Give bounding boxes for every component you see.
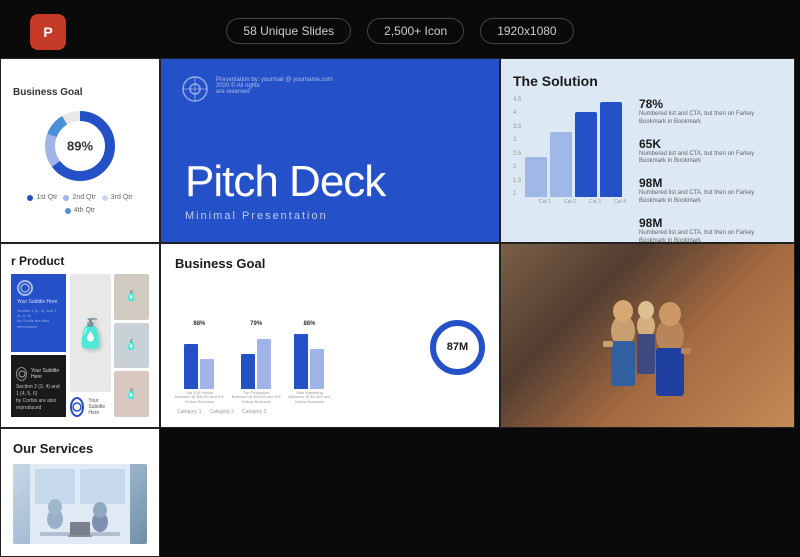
business-goal-circle: 87M bbox=[430, 320, 485, 375]
header: P 58 Unique Slides 2,500+ Icon 1920x1080 bbox=[0, 0, 800, 58]
stat-4: 98M Numbered list and CTA, but then on F… bbox=[639, 216, 769, 243]
slide2-icon bbox=[181, 75, 209, 103]
slide-our-product[interactable]: r Product Your Subtitle Here Section 1 (… bbox=[0, 243, 160, 428]
slide7-title: Our Services bbox=[13, 441, 147, 456]
legend: 1st Qtr 2nd Qtr 3rd Qtr 4th Qtr bbox=[13, 194, 147, 214]
pitch-subtitle: Minimal Presentation bbox=[185, 210, 475, 222]
product-dark-box: Your Subtitle Here Section 2 (3, 4) and … bbox=[11, 355, 66, 417]
pitch-title: Pitch Deck bbox=[185, 160, 475, 204]
slide-business-goal[interactable]: Business Goal 89% 1st Qtr 2nd Qtr 3rd Qt… bbox=[0, 58, 160, 243]
stat-1: 78% Numbered list and CTA, but then on F… bbox=[639, 97, 769, 127]
slides-grid: Business Goal 89% 1st Qtr 2nd Qtr 3rd Qt… bbox=[0, 58, 800, 557]
slide-solution[interactable]: The Solution 4.5 4 3.5 3 2.5 2 1.5 1 bbox=[500, 58, 795, 243]
slide-pitch-deck[interactable]: Presentation by: yourmail @ yourname.com… bbox=[160, 58, 500, 243]
stat-3: 98M Numbered list and CTA, but then on F… bbox=[639, 176, 769, 206]
badge-icons: 2,500+ Icon bbox=[367, 18, 464, 44]
slide3-title: The Solution bbox=[513, 73, 782, 89]
services-image bbox=[13, 464, 147, 544]
product-content: Your Subtitle Here Section 1 (2, 3), and… bbox=[11, 274, 149, 417]
slide-services[interactable]: Our Services bbox=[0, 428, 160, 557]
product-blue-box: Your Subtitle Here Section 1 (2, 3), and… bbox=[11, 274, 66, 352]
solution-content: 4.5 4 3.5 3 2.5 2 1.5 1 bbox=[513, 97, 782, 243]
slide5-title: Business Goal bbox=[175, 256, 485, 271]
product-right: 🧴 Your Subtitle Here 🧴 🧴 🧴 bbox=[70, 274, 149, 417]
slide1-title: Business Goal bbox=[13, 87, 82, 98]
legend-item-1: 1st Qtr bbox=[27, 194, 57, 201]
bg-content: 88% Top 100 HollowBetween @ $4,000 and 5… bbox=[175, 279, 485, 415]
badge-resolution: 1920x1080 bbox=[480, 18, 573, 44]
chart-bars bbox=[525, 97, 622, 197]
donut-label: 89% bbox=[67, 139, 93, 154]
slide2-email: Presentation by: yourmail @ yourname.com… bbox=[216, 77, 333, 95]
legend-item-3: 3rd Qtr bbox=[102, 194, 133, 201]
product-col2: 🧴 🧴 🧴 bbox=[114, 274, 149, 417]
slide-business-goal-bottom[interactable]: Business Goal 88% Top 100 HollowBetween … bbox=[160, 243, 500, 428]
legend-item-2: 2nd Qtr bbox=[63, 194, 95, 201]
slide-people-photo[interactable] bbox=[500, 243, 795, 428]
office-illustration bbox=[30, 464, 130, 544]
product-left: Your Subtitle Here Section 1 (2, 3), and… bbox=[11, 274, 66, 417]
mini-circle-1 bbox=[17, 280, 33, 296]
bg-chart: 88% Top 100 HollowBetween @ $4,000 and 5… bbox=[175, 321, 422, 415]
solution-stats: 78% Numbered list and CTA, but then on F… bbox=[639, 97, 769, 243]
people-illustration bbox=[588, 276, 708, 396]
x-labels: Cat 1 Cat 2 Cat 3 Cat 4 bbox=[513, 199, 631, 205]
stat-2: 65K Numbered list and CTA, but then on F… bbox=[639, 137, 769, 167]
donut-chart: 89% bbox=[40, 106, 120, 186]
badge-slides: 58 Unique Slides bbox=[226, 18, 351, 44]
legend-item-4: 4th Qtr bbox=[65, 207, 95, 214]
slide4-title: r Product bbox=[11, 254, 149, 268]
product-img-main: 🧴 Your Subtitle Here bbox=[70, 274, 111, 417]
powerpoint-icon: P bbox=[30, 14, 66, 50]
y-axis: 4.5 4 3.5 3 2.5 2 1.5 1 bbox=[513, 97, 521, 197]
